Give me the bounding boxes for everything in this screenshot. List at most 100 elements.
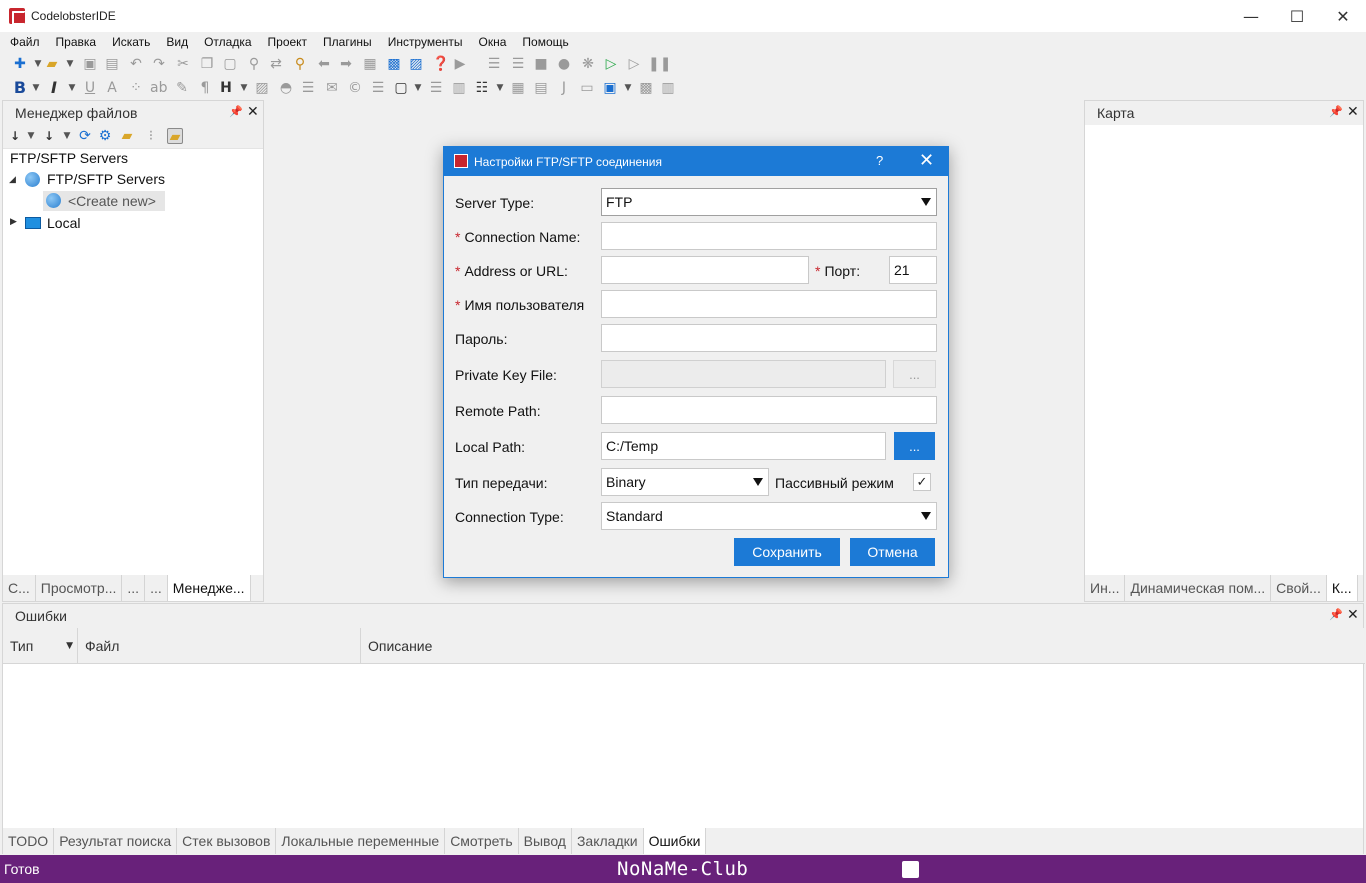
- transfer-type-select[interactable]: Binary: [601, 468, 769, 496]
- menu-view[interactable]: Вид: [166, 35, 188, 49]
- refresh-icon[interactable]: ⟳: [77, 128, 93, 144]
- maximize-button[interactable]: ☐: [1274, 0, 1320, 32]
- tab-errors[interactable]: Ошибки: [643, 828, 707, 854]
- pin-icon[interactable]: 📌: [1329, 105, 1343, 118]
- sort-desc-icon[interactable]: ↓: [41, 128, 57, 144]
- settings-icon[interactable]: ⚙: [97, 128, 113, 144]
- minimize-button[interactable]: —: [1228, 0, 1274, 32]
- password-input[interactable]: [601, 324, 937, 352]
- undo-icon[interactable]: ↶: [128, 56, 144, 72]
- paste-icon[interactable]: ▢: [222, 56, 238, 72]
- toggle-bookmark-icon[interactable]: ▦: [362, 56, 378, 72]
- form-element-icon[interactable]: ▣: [602, 80, 618, 96]
- tree-item-ftp-servers[interactable]: FTP/SFTP Servers: [47, 171, 165, 187]
- chevron-down-icon[interactable]: ▼: [64, 80, 80, 96]
- tab-search-results[interactable]: Результат поиска: [54, 828, 178, 854]
- collapse-icon[interactable]: ⁝: [143, 128, 159, 144]
- menu-edit[interactable]: Правка: [56, 35, 97, 49]
- menu-search[interactable]: Искать: [112, 35, 150, 49]
- pin-icon[interactable]: 📌: [1329, 608, 1343, 621]
- input-icon[interactable]: ▭: [579, 80, 595, 96]
- server-type-select[interactable]: FTP: [601, 188, 937, 216]
- port-input[interactable]: 21: [889, 256, 937, 284]
- back-icon[interactable]: ⬅: [316, 56, 332, 72]
- align-icon[interactable]: ☰: [370, 80, 386, 96]
- save-button[interactable]: Сохранить: [734, 538, 840, 566]
- save-all-icon[interactable]: ▤: [104, 56, 120, 72]
- find-in-files-icon[interactable]: ⚲: [292, 56, 308, 72]
- column-file[interactable]: Файл: [78, 628, 361, 664]
- forward-icon[interactable]: ➡: [338, 56, 354, 72]
- copy-icon[interactable]: ❐: [199, 56, 215, 72]
- copyright-icon[interactable]: ©: [347, 80, 363, 96]
- private-key-input[interactable]: [601, 360, 886, 388]
- menu-plugins[interactable]: Плагины: [323, 35, 372, 49]
- tab-more-1[interactable]: ...: [122, 575, 146, 601]
- bold-icon[interactable]: B: [12, 80, 28, 96]
- replace-icon[interactable]: ⇄: [268, 56, 284, 72]
- column-type[interactable]: Тип ▼: [3, 628, 78, 664]
- breakpoint-icon[interactable]: ●: [556, 56, 572, 72]
- script-icon[interactable]: J: [556, 80, 572, 96]
- tab-local-variables[interactable]: Локальные переменные: [276, 828, 446, 854]
- pause-icon[interactable]: ❚❚: [648, 56, 671, 72]
- chevron-down-icon[interactable]: ▼: [236, 80, 252, 96]
- folder-icon[interactable]: ▰: [119, 128, 135, 144]
- connection-type-select[interactable]: Standard: [601, 502, 937, 530]
- pin-icon[interactable]: 📌: [229, 105, 243, 118]
- private-key-browse-button[interactable]: ...: [893, 360, 936, 388]
- stop-icon[interactable]: ■: [533, 56, 549, 72]
- username-input[interactable]: [601, 290, 937, 318]
- find-icon[interactable]: ⚲: [246, 56, 262, 72]
- close-button[interactable]: ✕: [1320, 0, 1366, 32]
- ftp-icon[interactable]: ▨: [408, 56, 424, 72]
- continue-icon[interactable]: ▷: [626, 56, 642, 72]
- link-icon[interactable]: ✎: [174, 80, 190, 96]
- comment-icon[interactable]: ✉: [324, 80, 340, 96]
- underline-icon[interactable]: U: [82, 80, 98, 96]
- new-file-icon[interactable]: ✚: [12, 56, 28, 72]
- tab-output[interactable]: Вывод: [519, 828, 572, 854]
- column-description[interactable]: Описание: [361, 628, 1365, 664]
- tab-properties[interactable]: Свой...: [1271, 575, 1327, 601]
- chevron-down-icon[interactable]: ▼: [62, 56, 78, 72]
- address-input[interactable]: [601, 256, 809, 284]
- start-debug-icon[interactable]: ▷: [603, 56, 619, 72]
- menu-file[interactable]: Файл: [10, 35, 40, 49]
- chevron-down-icon[interactable]: ▼: [492, 80, 508, 96]
- close-icon[interactable]: ✕: [247, 104, 259, 120]
- cancel-button[interactable]: Отмена: [850, 538, 935, 566]
- sync-icon[interactable]: ▰: [167, 128, 183, 145]
- dialog-close-button[interactable]: ✕: [919, 150, 934, 171]
- hr-icon[interactable]: ☰: [300, 80, 316, 96]
- expanded-arrow-icon[interactable]: ◢: [9, 175, 16, 185]
- close-icon[interactable]: ✕: [1347, 607, 1359, 623]
- passive-mode-checkbox[interactable]: ✓: [913, 473, 931, 491]
- italic-icon[interactable]: I: [46, 80, 62, 96]
- paragraph-icon[interactable]: ¶: [197, 80, 213, 96]
- run-icon[interactable]: ▶: [452, 56, 468, 72]
- tree-item-create-new[interactable]: <Create new>: [68, 193, 156, 209]
- preview-icon[interactable]: ▩: [638, 80, 654, 96]
- tab-preview[interactable]: Просмотр...: [36, 575, 123, 601]
- local-path-browse-button[interactable]: ...: [894, 432, 935, 460]
- connection-name-input[interactable]: [601, 222, 937, 250]
- tab-c[interactable]: C...: [3, 575, 36, 601]
- heading-icon[interactable]: H: [218, 80, 234, 96]
- font-icon[interactable]: A: [104, 80, 120, 96]
- chevron-down-icon[interactable]: ▼: [66, 641, 73, 651]
- close-icon[interactable]: ✕: [1347, 104, 1359, 120]
- chevron-down-icon[interactable]: ▼: [28, 80, 44, 96]
- open-folder-icon[interactable]: ▰: [44, 56, 60, 72]
- step-over-icon[interactable]: ☰: [510, 56, 526, 72]
- tab-todo[interactable]: TODO: [3, 828, 55, 854]
- step-icon[interactable]: ☰: [486, 56, 502, 72]
- chevron-down-icon[interactable]: ▼: [620, 80, 636, 96]
- help-icon[interactable]: ❓: [432, 56, 449, 72]
- menu-project[interactable]: Проект: [268, 35, 308, 49]
- frame-icon[interactable]: ▢: [393, 80, 409, 96]
- help-button[interactable]: ?: [876, 153, 883, 168]
- justify-icon[interactable]: ☰: [428, 80, 444, 96]
- menu-debug[interactable]: Отладка: [204, 35, 251, 49]
- menu-tools[interactable]: Инструменты: [388, 35, 463, 49]
